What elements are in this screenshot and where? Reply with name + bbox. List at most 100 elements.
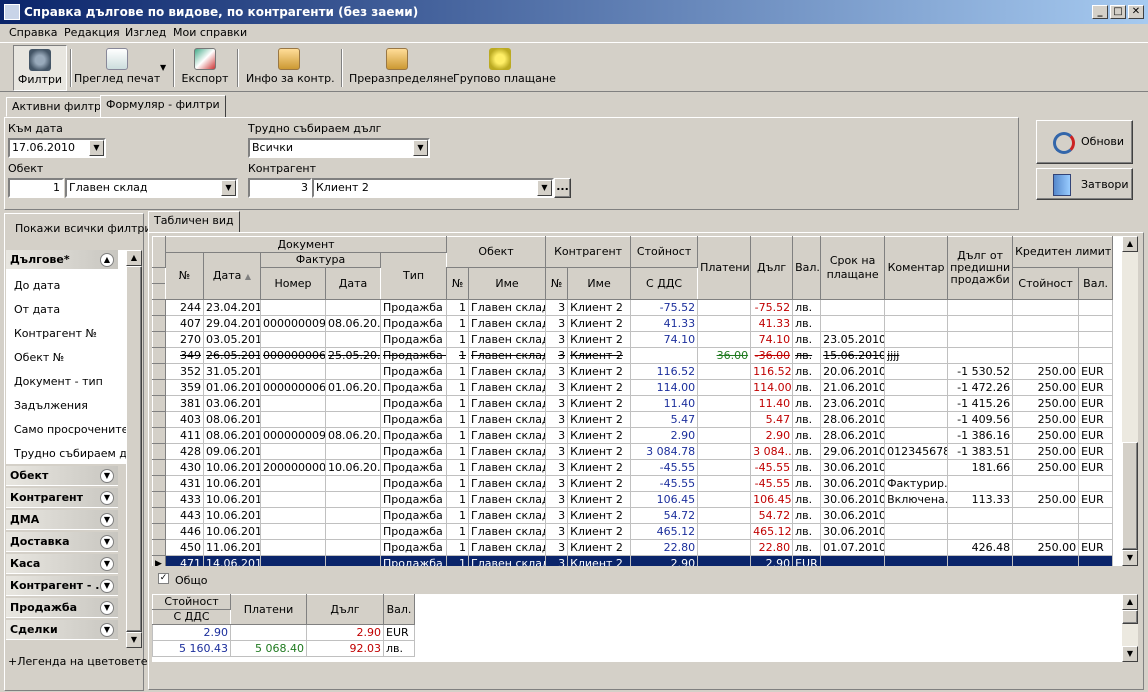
cell-cn[interactable]: 3 bbox=[545, 363, 569, 380]
cell-t[interactable]: Продажба ... bbox=[379, 299, 448, 316]
cell-due[interactable]: 30.06.2010 bbox=[820, 459, 886, 476]
cell-invd[interactable]: 08.06.20... bbox=[325, 427, 381, 444]
cell-v[interactable]: 114.00 bbox=[630, 379, 699, 396]
chevron-down-icon[interactable]: ▼ bbox=[413, 140, 428, 156]
cell-com[interactable] bbox=[884, 299, 949, 316]
cell-com[interactable] bbox=[884, 411, 949, 428]
object-number-field[interactable]: 1 bbox=[8, 178, 64, 198]
cell-d[interactable]: 10.06.2010 bbox=[203, 507, 261, 524]
cell-cur[interactable]: лв. bbox=[792, 331, 822, 348]
cell-v[interactable]: 11.40 bbox=[630, 395, 699, 412]
scroll-down-icon[interactable]: ▼ bbox=[126, 632, 142, 648]
cell-on[interactable]: 1 bbox=[446, 459, 470, 476]
cell-prev[interactable] bbox=[947, 523, 1014, 540]
grid-vertical-scrollbar[interactable]: ▲ ▼ bbox=[1122, 236, 1138, 566]
header-currency[interactable]: Вал. bbox=[792, 236, 822, 300]
cell-due[interactable]: 15.06.2010 bbox=[820, 347, 886, 364]
cell-on[interactable]: 1 bbox=[446, 507, 470, 524]
cell-on[interactable]: 1 bbox=[446, 331, 470, 348]
cell-com[interactable] bbox=[884, 395, 949, 412]
cell-debt[interactable]: 106.45 bbox=[750, 491, 794, 508]
cell-t[interactable]: Продажба ... bbox=[379, 315, 448, 332]
cell-prev[interactable] bbox=[947, 555, 1014, 566]
cell-cur[interactable]: лв. bbox=[792, 411, 822, 428]
cell-inv[interactable]: 2000000005 bbox=[260, 459, 326, 476]
cell-inv[interactable] bbox=[260, 299, 326, 316]
cell-prev[interactable]: -1 409.56 bbox=[947, 411, 1014, 428]
filter-group[interactable]: Продажба ▼ bbox=[6, 598, 118, 618]
tab-filter-form[interactable]: Формуляр - филтри bbox=[100, 95, 226, 117]
cell-cur[interactable]: лв. bbox=[792, 539, 822, 556]
contractor-number-field[interactable]: 3 bbox=[248, 178, 312, 198]
row-indicator[interactable] bbox=[152, 475, 166, 492]
cell-invd[interactable] bbox=[325, 443, 381, 460]
cell-inv[interactable] bbox=[260, 331, 326, 348]
cell-cur[interactable]: лв. bbox=[792, 395, 822, 412]
table-row[interactable]: 24423.04.2010 Продажба ...1Главен склад3К… bbox=[152, 299, 1114, 316]
cell-cl[interactable] bbox=[1012, 347, 1080, 364]
filter-item[interactable]: От дата bbox=[14, 303, 60, 316]
filter-group[interactable]: Сделки ▼ bbox=[6, 620, 118, 640]
cell-c[interactable]: Клиент 2 bbox=[567, 491, 632, 508]
cell-c[interactable]: Клиент 2 bbox=[567, 299, 632, 316]
cell-invd[interactable]: 25.05.20... bbox=[325, 347, 381, 364]
header-invoice-date[interactable]: Дата bbox=[325, 267, 381, 300]
to-date-field[interactable]: 17.06.2010 ▼ bbox=[8, 138, 106, 158]
sidebar-scrollbar[interactable]: ▲ ▼ bbox=[126, 250, 142, 648]
filter-group[interactable]: ДМА ▼ bbox=[6, 510, 118, 530]
cell-cn[interactable]: 3 bbox=[545, 411, 569, 428]
cell-p[interactable] bbox=[697, 395, 752, 412]
menu-my-reports[interactable]: Мои справки bbox=[173, 26, 247, 39]
cell-due[interactable]: 30.06.2010 bbox=[820, 507, 886, 524]
cell-prev[interactable] bbox=[947, 299, 1014, 316]
cell-invd[interactable]: 08.06.20... bbox=[325, 315, 381, 332]
cell-t[interactable]: Продажба ... bbox=[379, 555, 448, 566]
cell-clc[interactable] bbox=[1078, 555, 1114, 566]
cell-d[interactable]: 31.05.2010 bbox=[203, 363, 261, 380]
chevron-down-icon[interactable]: ▼ bbox=[100, 623, 114, 637]
table-row[interactable]: 44610.06.2010 Продажба ...1Главен склад3К… bbox=[152, 523, 1114, 540]
cell-clc[interactable]: EUR bbox=[1078, 363, 1114, 380]
chevron-down-icon[interactable]: ▼ bbox=[100, 491, 114, 505]
row-indicator[interactable] bbox=[152, 427, 166, 444]
cell-debt[interactable]: 5.47 bbox=[750, 411, 794, 428]
chevron-up-icon[interactable]: ▲ bbox=[100, 253, 114, 267]
cell-cl[interactable]: 250.00 bbox=[1012, 539, 1080, 556]
cell-inv[interactable] bbox=[260, 363, 326, 380]
cell-clc[interactable] bbox=[1078, 475, 1114, 492]
cell-due[interactable]: 28.06.2010 bbox=[820, 411, 886, 428]
table-row[interactable]: 40308.06.2010 Продажба ...1Главен склад3К… bbox=[152, 411, 1114, 428]
cell-cn[interactable]: 3 bbox=[545, 347, 569, 364]
current-row-indicator-icon[interactable]: ▶ bbox=[152, 555, 166, 566]
cell-clc[interactable]: EUR bbox=[1078, 459, 1114, 476]
cell-on[interactable]: 1 bbox=[446, 299, 470, 316]
cell-prev[interactable]: 181.66 bbox=[947, 459, 1014, 476]
filter-group[interactable]: Контрагент ▼ bbox=[6, 488, 118, 508]
minimize-button[interactable]: _ bbox=[1092, 5, 1108, 19]
cell-v[interactable]: 116.52 bbox=[630, 363, 699, 380]
header-invoice-number[interactable]: Номер bbox=[260, 267, 326, 300]
cell-due[interactable]: 01.07.2010 bbox=[820, 539, 886, 556]
table-row[interactable]: 34926.05.2010000000006225.05.20...Продаж… bbox=[152, 347, 1114, 364]
cell-p[interactable] bbox=[697, 507, 752, 524]
totals-row[interactable]: 2.90 2.90 EUR bbox=[152, 624, 415, 641]
cell-on[interactable]: 1 bbox=[446, 491, 470, 508]
cell-v[interactable]: -75.52 bbox=[630, 299, 699, 316]
cell-t[interactable]: Продажба ... bbox=[379, 491, 448, 508]
cell-cn[interactable]: 3 bbox=[545, 555, 569, 566]
header-credit-currency[interactable]: Вал. bbox=[1078, 267, 1114, 300]
cell-inv[interactable] bbox=[260, 507, 326, 524]
tab-table-view[interactable]: Табличен вид bbox=[148, 211, 240, 233]
cell-p[interactable] bbox=[697, 331, 752, 348]
totals-cell-c[interactable]: EUR bbox=[383, 624, 415, 641]
cell-cn[interactable]: 3 bbox=[545, 331, 569, 348]
cell-cl[interactable]: 250.00 bbox=[1012, 491, 1080, 508]
cell-due[interactable]: 30.06.2010 bbox=[820, 523, 886, 540]
cell-o[interactable]: Главен склад bbox=[468, 347, 547, 364]
row-indicator[interactable] bbox=[152, 331, 166, 348]
chevron-down-icon[interactable]: ▼ bbox=[100, 535, 114, 549]
cell-on[interactable]: 1 bbox=[446, 395, 470, 412]
table-row[interactable]: ▶47114.06.2010 Продажба ...1Главен склад3… bbox=[152, 555, 1114, 566]
cell-o[interactable]: Главен склад bbox=[468, 475, 547, 492]
totals-cell-c[interactable]: лв. bbox=[383, 640, 415, 657]
